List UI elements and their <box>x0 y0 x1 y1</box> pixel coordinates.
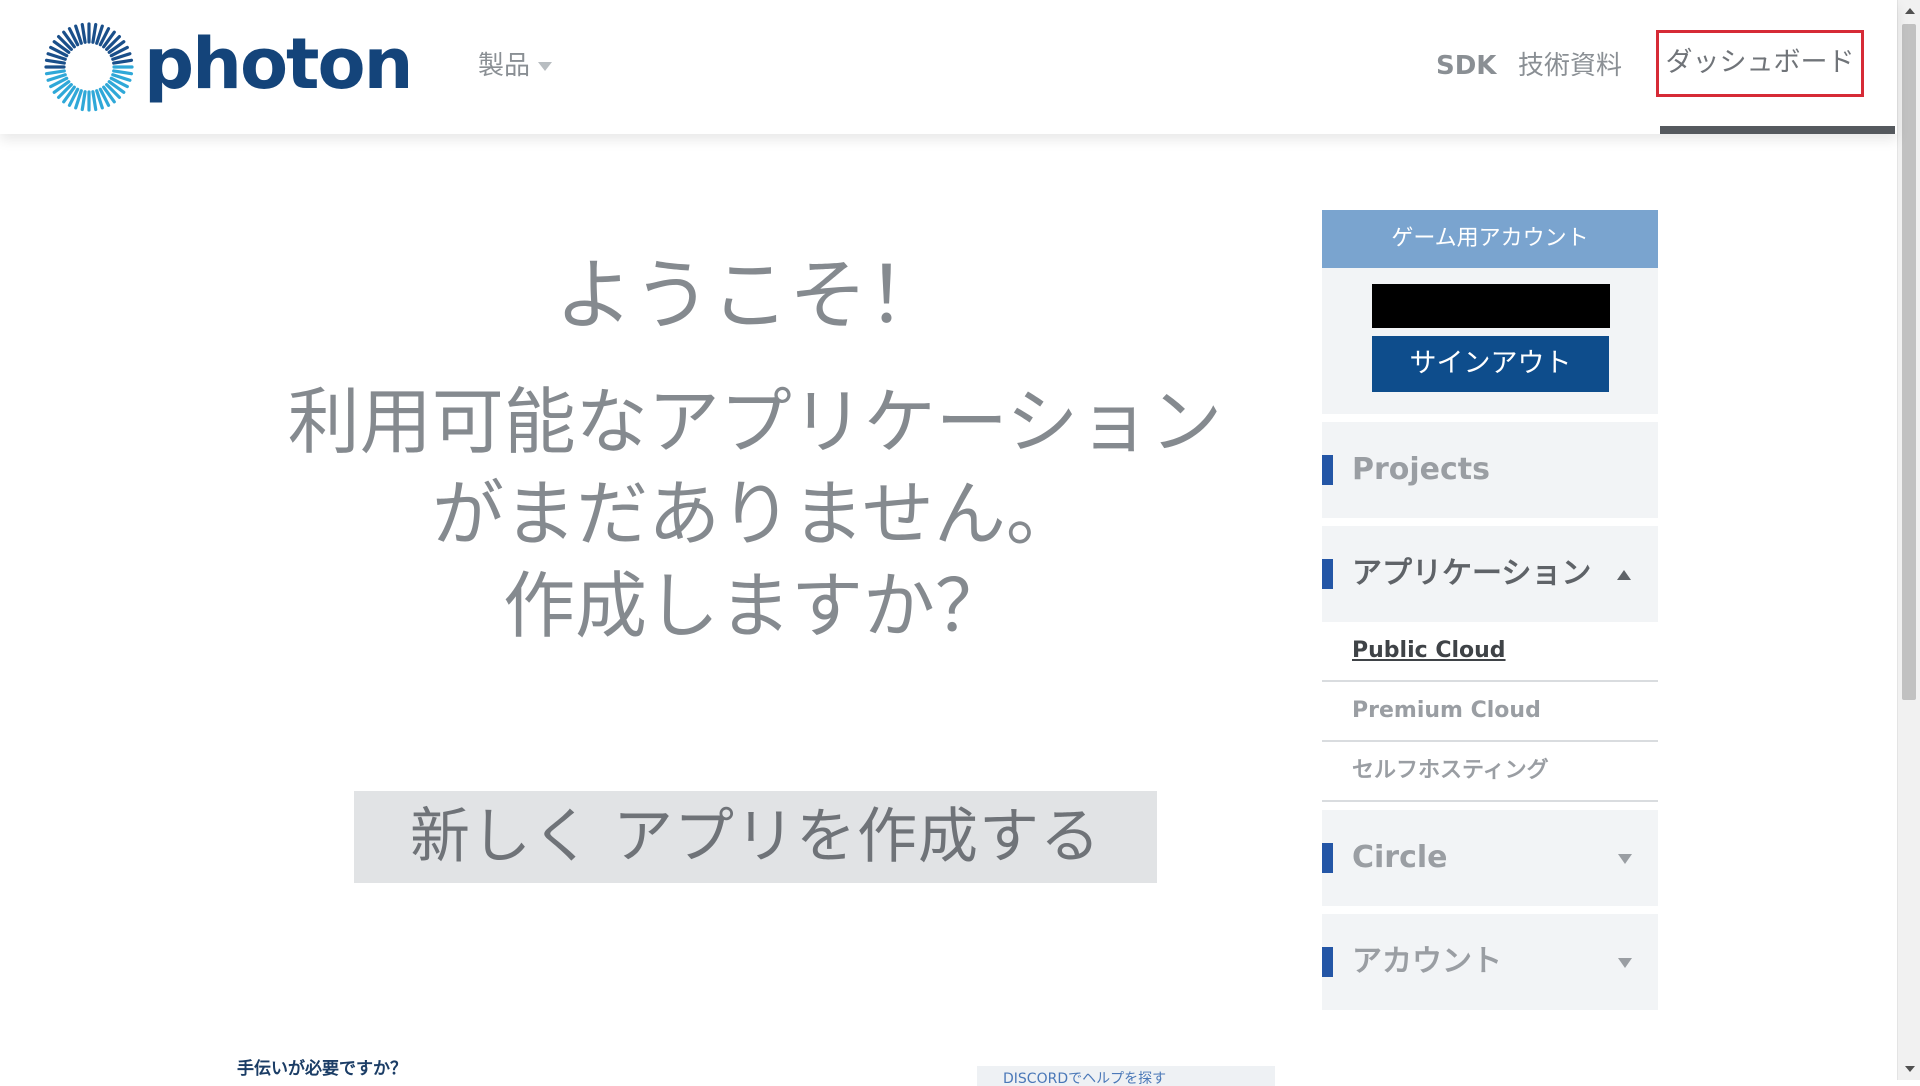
caret-down-icon <box>1618 854 1632 864</box>
nav-products-label: 製品 <box>478 51 531 81</box>
nav-docs-link[interactable]: 技術資料 <box>1518 46 1622 86</box>
no-apps-message-line2: がまだありません。 <box>432 472 1078 556</box>
caret-down-icon <box>1618 958 1632 968</box>
sidebar-item-account[interactable]: アカウント <box>1322 914 1658 1010</box>
create-app-button[interactable]: 新しく アプリを作成する <box>354 791 1157 883</box>
sidebar-item-label: Projects <box>1352 452 1491 487</box>
photon-logo-icon[interactable] <box>44 22 134 112</box>
sidebar-item-circle[interactable]: Circle <box>1322 810 1658 906</box>
top-navbar: photon 製品 SDK 技術資料 ダッシュボード <box>0 0 1897 134</box>
dashboard-sidebar: ゲーム用アカウント サインアウト Projects アプリケーション Publi… <box>1322 210 1658 1010</box>
no-apps-message-line1: 利用可能なアプリケーション <box>287 380 1223 464</box>
sidebar-item-label: アカウント <box>1352 944 1502 979</box>
section-marker <box>1322 947 1333 977</box>
page-scrollbar[interactable] <box>1897 0 1920 1080</box>
help-heading: 手伝いが必要ですか？ <box>237 1059 407 1079</box>
no-apps-message: 利用可能なアプリケーション がまだありません。 作成しますか？ <box>210 376 1300 652</box>
sidebar-item-label: Circle <box>1352 840 1448 875</box>
caret-up-icon <box>1617 570 1631 580</box>
signout-button[interactable]: サインアウト <box>1372 336 1609 392</box>
applications-submenu: Public Cloud Premium Cloud セルフホスティング <box>1322 622 1658 802</box>
welcome-heading: ようこそ！ <box>554 251 945 341</box>
section-marker <box>1322 843 1333 873</box>
caret-down-icon <box>538 62 553 71</box>
section-marker <box>1322 455 1333 485</box>
nav-active-indicator <box>1660 126 1895 134</box>
nav-products-dropdown[interactable]: 製品 <box>478 46 553 86</box>
sidebar-item-projects[interactable]: Projects <box>1322 422 1658 518</box>
account-panel-title: ゲーム用アカウント <box>1322 210 1658 268</box>
submenu-premium-cloud[interactable]: Premium Cloud <box>1322 682 1658 742</box>
submenu-self-hosting[interactable]: セルフホスティング <box>1322 742 1658 802</box>
nav-sdk-link[interactable]: SDK <box>1436 46 1496 86</box>
scroll-thumb[interactable] <box>1902 24 1916 700</box>
account-id-redacted <box>1372 284 1610 328</box>
sidebar-item-applications[interactable]: アプリケーション <box>1322 526 1658 622</box>
scroll-down-icon[interactable] <box>1905 1066 1915 1072</box>
discord-help-link[interactable]: DISCORDでヘルプを探す <box>977 1066 1275 1086</box>
sidebar-item-label: アプリケーション <box>1352 556 1592 591</box>
nav-dashboard-link[interactable]: ダッシュボード <box>1656 30 1864 97</box>
account-panel: サインアウト <box>1322 268 1658 414</box>
section-marker <box>1322 559 1333 589</box>
logo-wordmark[interactable]: photon <box>144 18 413 110</box>
no-apps-message-line3: 作成しますか？ <box>502 564 1007 648</box>
scroll-up-icon[interactable] <box>1905 8 1915 14</box>
submenu-public-cloud[interactable]: Public Cloud <box>1322 622 1658 682</box>
